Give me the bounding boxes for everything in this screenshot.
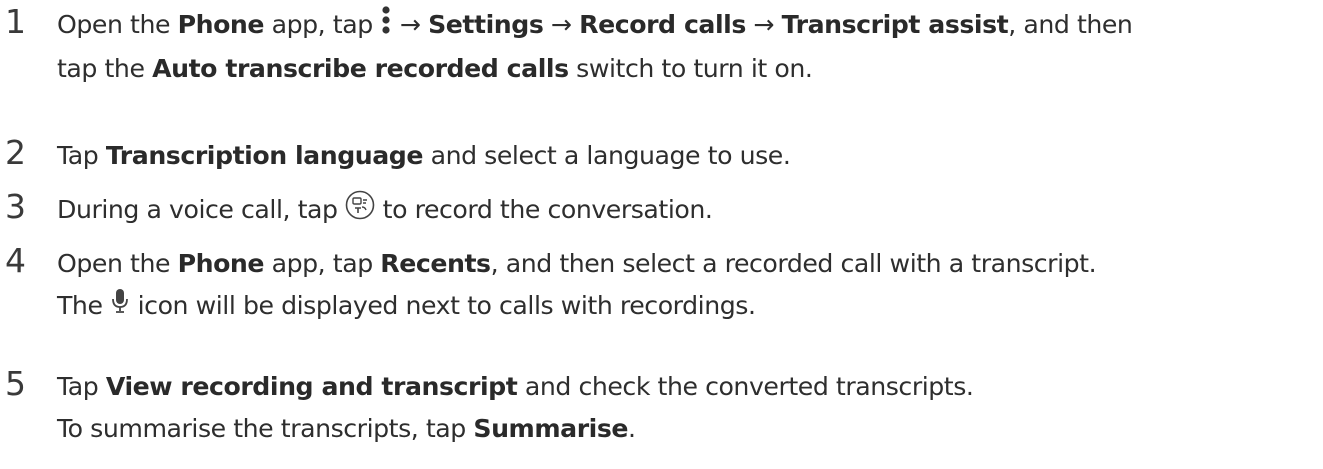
arrow-separator: → [745, 10, 782, 39]
bold-term: Settings [428, 10, 544, 39]
step-line: Tap View recording and transcript and ch… [57, 366, 1319, 408]
step-text: Open the Phone app, tap Recents, and the… [57, 243, 1319, 328]
step-line: tap the Auto transcribe recorded calls s… [57, 48, 1319, 90]
text-run: Open the [57, 249, 178, 278]
step-number: 3 [5, 187, 26, 226]
text-run: app, tap [264, 249, 381, 278]
text-run: and select a language to use. [423, 141, 791, 170]
text-run: . [628, 414, 636, 443]
step-line: Tap Transcription language and select a … [57, 135, 1319, 177]
text-run: During a voice call, tap [57, 195, 346, 224]
step-line: Open the Phone app, tap Recents, and the… [57, 243, 1319, 285]
step-text: Tap View recording and transcript and ch… [57, 366, 1319, 450]
arrow-separator: → [543, 10, 580, 39]
step-line: To summarise the transcripts, tap Summar… [57, 408, 1319, 450]
text-run: Tap [57, 372, 106, 401]
text-run: app, tap [264, 10, 381, 39]
bold-term: Auto transcribe recorded calls [152, 53, 569, 83]
step-number: 2 [5, 133, 26, 172]
step-number: 5 [5, 364, 26, 403]
microphone-icon [110, 286, 130, 328]
step-line: Open the Phone app, tap → Settings → Rec… [57, 4, 1319, 48]
bold-term: Transcription language [105, 141, 424, 170]
bold-term: Phone [177, 249, 265, 278]
step-text: During a voice call, tap to record the c… [57, 189, 1319, 233]
bold-term: Phone [177, 10, 265, 39]
text-run: icon will be displayed next to calls wit… [130, 291, 756, 320]
step-line: During a voice call, tap to record the c… [57, 189, 1319, 233]
bold-term: View recording and transcript [105, 372, 518, 401]
bold-term: Summarise [473, 414, 629, 443]
text-run: to record the conversation. [375, 195, 713, 224]
step-line: The icon will be displayed next to calls… [57, 285, 1319, 328]
text-run: Tap [57, 141, 106, 170]
text-run: and check the converted transcripts. [517, 372, 974, 401]
text-run: , and then select a recorded call with a… [490, 249, 1097, 278]
step-number: 1 [5, 2, 26, 41]
instruction-page: 1 Open the Phone app, tap → Settings → R… [0, 0, 1323, 469]
text-run: tap the [57, 53, 153, 83]
text-run: Open the [57, 10, 178, 39]
call-record-transcript-icon [345, 190, 375, 233]
arrow-separator: → [392, 10, 429, 39]
step-number: 4 [5, 241, 26, 280]
bold-term: Record calls [579, 10, 746, 39]
text-run: The [57, 291, 111, 320]
bold-term: Transcript assist [781, 10, 1009, 39]
bold-term: Recents [380, 249, 491, 278]
step-text: Tap Transcription language and select a … [57, 135, 1319, 177]
step-text: Open the Phone app, tap → Settings → Rec… [57, 4, 1319, 90]
more-options-icon [380, 5, 392, 48]
text-run: To summarise the transcripts, tap [57, 414, 474, 443]
text-run: , and then [1008, 10, 1133, 39]
text-run: switch to turn it on. [568, 53, 813, 83]
